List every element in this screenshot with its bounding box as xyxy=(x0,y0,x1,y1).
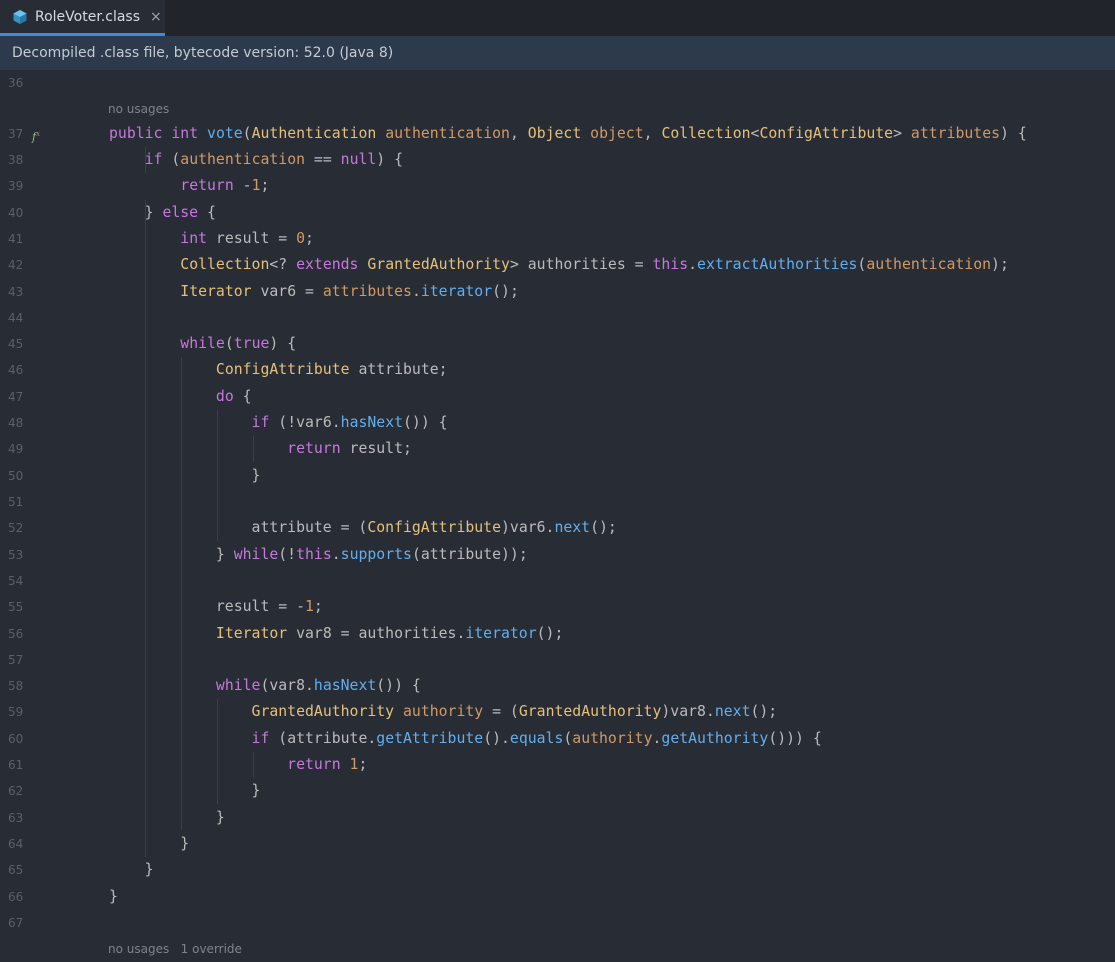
code-line: } xyxy=(109,467,261,484)
tab-rolevoter-class[interactable]: RoleVoter.class × xyxy=(0,0,165,36)
code-line: } while(!this.supports(attribute)); xyxy=(109,546,528,563)
code-line: } xyxy=(109,861,154,878)
line-number: 41 xyxy=(8,232,24,246)
line-number: 49 xyxy=(8,442,24,456)
banner-text: Decompiled .class file, bytecode version… xyxy=(12,45,394,61)
line-number: 36 xyxy=(8,76,24,90)
line-number: 56 xyxy=(8,627,24,641)
code-line: if (attribute.getAttribute().equals(auth… xyxy=(251,730,822,747)
line-number: 45 xyxy=(8,337,24,351)
line-number: 63 xyxy=(8,811,24,825)
decompiled-banner: Decompiled .class file, bytecode version… xyxy=(0,36,1115,70)
code-line: while(var8.hasNext()) { xyxy=(215,677,421,694)
class-file-icon xyxy=(12,9,28,25)
code-line: result = -1; xyxy=(109,598,323,615)
line-number: 42 xyxy=(8,258,24,272)
line-number: 47 xyxy=(8,390,24,404)
code-editor[interactable]: 36 37 38 39 40 41 42 43 44 45 46 47 48 4… xyxy=(0,70,1115,956)
line-number: 67 xyxy=(8,916,24,930)
line-number: 64 xyxy=(8,837,24,851)
line-number: 61 xyxy=(8,758,24,772)
editor-tab-bar: RoleVoter.class × xyxy=(0,0,1115,36)
line-number: 54 xyxy=(8,574,24,588)
line-number: 51 xyxy=(8,495,24,509)
line-number: 40 xyxy=(8,206,24,220)
code-line: } xyxy=(109,835,190,852)
code-line: public int vote(Authentication authentic… xyxy=(109,125,1027,142)
line-number: 59 xyxy=(8,705,24,719)
code-line: attribute = (ConfigAttribute)var6.next()… xyxy=(109,519,617,536)
close-icon[interactable]: × xyxy=(150,9,162,25)
code-line: Iterator var6 = attributes.iterator(); xyxy=(180,283,519,300)
code-line: int result = 0; xyxy=(180,230,314,247)
usages-hint[interactable]: no usages 1 override xyxy=(108,936,242,962)
line-number: 44 xyxy=(8,311,24,325)
line-number: 66 xyxy=(8,890,24,904)
code-line: } xyxy=(109,888,118,905)
code-line: } else { xyxy=(109,204,216,221)
code-line: while(true) { xyxy=(180,335,297,352)
line-number: 57 xyxy=(8,653,24,667)
line-number: 39 xyxy=(8,179,24,193)
code-line: if (authentication == null) { xyxy=(144,151,404,168)
code-line: Iterator var8 = authorities.iterator(); xyxy=(215,625,564,642)
code-line: return 1; xyxy=(287,756,368,773)
line-number: 52 xyxy=(8,521,24,535)
line-number: 65 xyxy=(8,863,24,877)
usages-hint[interactable]: no usages xyxy=(108,96,169,122)
code-line: Collection<? extends GrantedAuthority> a… xyxy=(180,256,1009,273)
tab-label: RoleVoter.class xyxy=(35,8,140,25)
line-number: 38 xyxy=(8,153,24,167)
line-number: 53 xyxy=(8,548,24,562)
line-number: 48 xyxy=(8,416,24,430)
code-line: return -1; xyxy=(180,177,270,194)
line-number: 62 xyxy=(8,784,24,798)
code-line: do { xyxy=(215,388,252,405)
line-number: 55 xyxy=(8,600,24,614)
line-number: 60 xyxy=(8,732,24,746)
line-number: 46 xyxy=(8,363,24,377)
line-number: 50 xyxy=(8,469,24,483)
method-implementation-icon[interactable]: fx xyxy=(32,121,40,147)
code-line: return result; xyxy=(287,440,412,457)
code-line: if (!var6.hasNext()) { xyxy=(251,414,448,431)
code-line: GrantedAuthority authority = (GrantedAut… xyxy=(251,703,778,720)
code-line: } xyxy=(109,782,261,799)
line-number: 58 xyxy=(8,679,24,693)
line-number: 43 xyxy=(8,285,24,299)
code-line: ConfigAttribute attribute; xyxy=(215,361,448,378)
code-line: } xyxy=(109,809,225,826)
